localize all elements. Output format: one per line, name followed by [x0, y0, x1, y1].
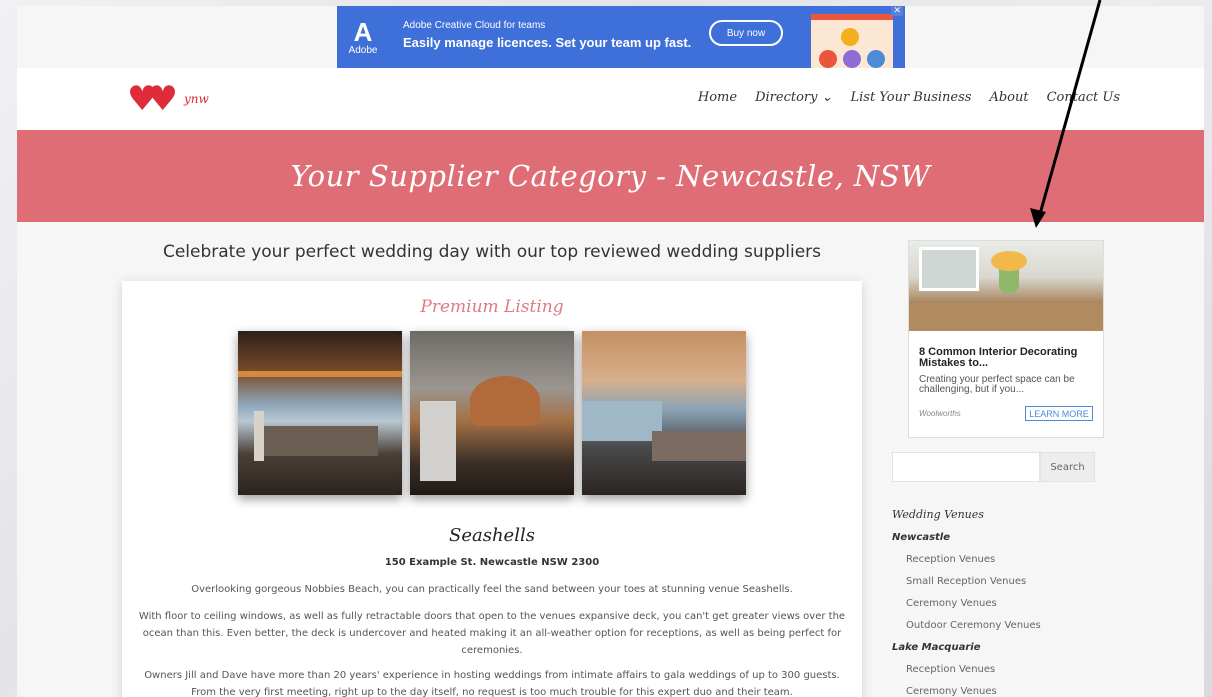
venue-address: 150 Example St. Newcastle NSW 2300 — [384, 557, 600, 568]
venue-photo-2[interactable] — [410, 331, 574, 495]
page-title: Your Supplier Category - Newcastle, NSW — [290, 159, 931, 193]
list-item[interactable]: Ceremony Venues — [892, 598, 1122, 620]
region-lake-macquarie[interactable]: Lake Macquarie — [892, 642, 1122, 664]
ad-image — [909, 241, 1103, 331]
learn-more-button[interactable]: LEARN MORE — [1025, 406, 1093, 421]
search-button[interactable]: Search — [1040, 452, 1095, 482]
ad-close-icon[interactable]: ✕ — [891, 6, 903, 16]
ad-description: Creating your perfect space can be chall… — [919, 374, 1075, 395]
listing-card: Premium Listing Seashells 150 Example St… — [122, 281, 862, 697]
adobe-logo: A Adobe — [347, 10, 379, 64]
category-wedding-venues[interactable]: Wedding Venues — [892, 508, 1122, 532]
nav-list-your-business[interactable]: List Your Business — [850, 90, 971, 105]
venue-photo-3[interactable] — [582, 331, 746, 495]
adobe-logo-text: Adobe — [348, 44, 378, 56]
site-header: ♥♥ ynw Home Directory ⌄ List Your Busine… — [17, 68, 1204, 130]
list-item[interactable]: Reception Venues — [892, 664, 1122, 686]
ad-illustration — [811, 14, 893, 68]
list-item[interactable]: Reception Venues — [892, 554, 1122, 576]
ad-sponsor: Woolworths — [919, 409, 961, 418]
nav-home[interactable]: Home — [698, 90, 737, 105]
hearts-icon: ♥♥ — [127, 79, 178, 119]
sidebar-advertisement[interactable]: 8 Common Interior Decorating Mistakes to… — [908, 240, 1104, 438]
adobe-logo-icon: A — [353, 16, 373, 47]
tagline: Celebrate your perfect wedding day with … — [162, 242, 822, 262]
ad-headline: Easily manage licences. Set your team up… — [403, 35, 692, 50]
list-item[interactable]: Small Reception Venues — [892, 576, 1122, 598]
venue-description-2: With floor to ceiling windows, as well a… — [138, 611, 846, 656]
page: A Adobe Adobe Creative Cloud for teams E… — [17, 6, 1204, 697]
nav-about[interactable]: About — [989, 90, 1028, 105]
main-nav: Home Directory ⌄ List Your Business Abou… — [698, 90, 1120, 105]
page-banner: Your Supplier Category - Newcastle, NSW — [17, 130, 1204, 222]
buy-now-button[interactable]: Buy now — [709, 20, 783, 46]
list-item[interactable]: Ceremony Venues — [892, 686, 1122, 697]
venue-name[interactable]: Seashells — [122, 525, 862, 546]
venue-description-3: Owners Jill and Dave have more than 20 y… — [144, 670, 840, 697]
venue-photo-1[interactable] — [238, 331, 402, 495]
nav-directory[interactable]: Directory ⌄ — [755, 90, 832, 105]
premium-listing-label: Premium Listing — [420, 297, 564, 317]
region-newcastle[interactable]: Newcastle — [892, 532, 1122, 554]
search-input[interactable] — [892, 452, 1040, 482]
ad-title[interactable]: 8 Common Interior Decorating Mistakes to… — [919, 347, 1095, 369]
site-logo[interactable]: ♥♥ ynw — [127, 82, 209, 116]
nav-contact-us[interactable]: Contact Us — [1047, 90, 1120, 105]
ad-headline-small: Adobe Creative Cloud for teams — [403, 20, 546, 31]
brand-name: ynw — [183, 92, 209, 106]
venue-description-1: Overlooking gorgeous Nobbies Beach, you … — [191, 584, 793, 595]
top-advertisement[interactable]: A Adobe Adobe Creative Cloud for teams E… — [337, 6, 905, 68]
list-item[interactable]: Outdoor Ceremony Venues — [892, 620, 1122, 642]
category-list: Wedding Venues Newcastle Reception Venue… — [892, 508, 1122, 697]
